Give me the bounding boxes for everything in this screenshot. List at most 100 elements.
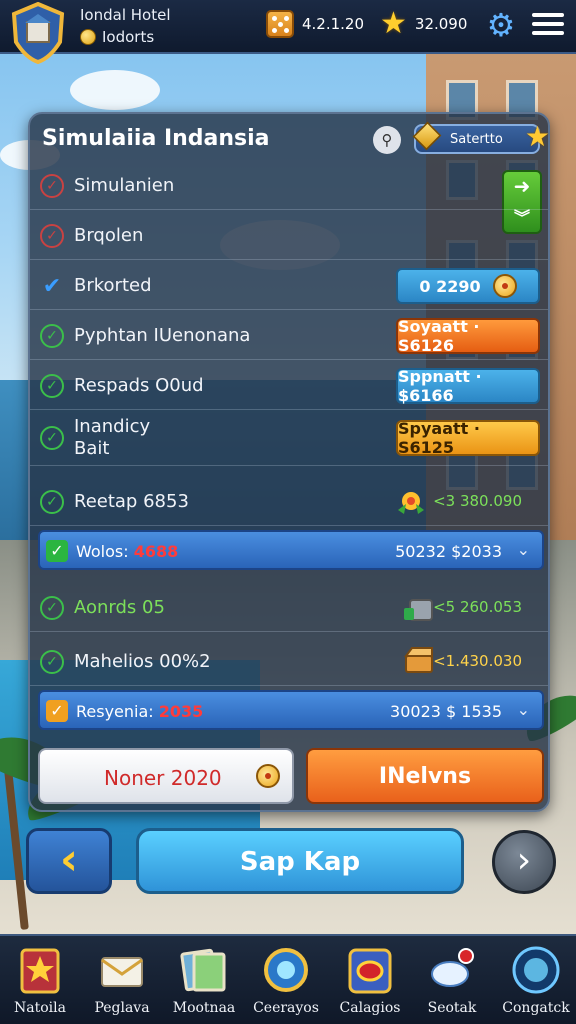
star-card-icon bbox=[20, 948, 60, 994]
banner-label-text: Wolos: bbox=[76, 542, 134, 561]
check-circle-icon: ✓ bbox=[40, 324, 64, 348]
cost-button[interactable]: 0 2290 bbox=[396, 268, 540, 304]
dock-item-calagios[interactable]: Calagios bbox=[334, 936, 406, 1024]
list-item[interactable]: ✓ Pyphtan IUenonana Soyaatt · S6126 bbox=[30, 312, 548, 360]
row-label: Pyphtan IUenonana bbox=[74, 325, 251, 346]
dock-label: Natoila bbox=[14, 1000, 66, 1016]
buy-button[interactable]: Spyaatt · S6125 bbox=[396, 419, 540, 457]
next-button[interactable]: › bbox=[492, 830, 556, 894]
banner-highlight: 2035 bbox=[158, 702, 204, 721]
top-bar: Iondal Hotel Iodorts 4.2.1.20 ★ 32.090 ⚙ bbox=[0, 0, 576, 64]
summary-banner[interactable]: ✓ Wolos: 4688 50232 $2033 ⌄ bbox=[38, 530, 544, 570]
dock-label: Peglava bbox=[94, 1000, 150, 1016]
gear-icon[interactable]: ⚙ bbox=[484, 8, 518, 42]
dice-icon bbox=[266, 10, 294, 38]
buy-button-label: Spyaatt · S6125 bbox=[398, 419, 480, 457]
star-resource[interactable]: ★ 32.090 bbox=[380, 6, 468, 41]
cloud-badge-icon bbox=[431, 948, 474, 987]
envelope-icon bbox=[101, 957, 143, 987]
settings-pill-button[interactable]: Satertto ★ bbox=[412, 120, 550, 154]
dock-item-natoila[interactable]: Natoila bbox=[4, 936, 76, 1024]
banner-highlight: 4688 bbox=[133, 542, 179, 561]
secondary-action-button[interactable]: Noner 2020 bbox=[38, 748, 294, 804]
chevron-left-icon: ‹ bbox=[59, 834, 79, 885]
checkbox-checked-icon: ✓ bbox=[46, 540, 68, 562]
buy-button-label: Sppnatt · $6166 bbox=[398, 367, 482, 405]
hotel-name: Iondal Hotel bbox=[80, 6, 171, 24]
coin-icon bbox=[256, 764, 280, 788]
star-value: 32.090 bbox=[414, 15, 468, 33]
confirm-button[interactable]: Sap Kap bbox=[136, 828, 464, 894]
list-item[interactable]: ✓ Mahelios 00%2 <1.430.030 bbox=[30, 638, 548, 686]
list-item[interactable]: ✓ Reetap 6853 <3 380.090 bbox=[30, 478, 548, 526]
primary-action-button[interactable]: INelvns bbox=[306, 748, 544, 804]
check-circle-icon: ✓ bbox=[40, 490, 64, 514]
hotel-crest-icon[interactable] bbox=[10, 2, 66, 64]
buy-button[interactable]: Soyaatt · S6126 bbox=[396, 317, 540, 355]
buy-button-label: Soyaatt · S6126 bbox=[398, 317, 480, 355]
row-label-line2: Bait bbox=[74, 438, 110, 459]
banner-label: Wolos: 4688 bbox=[76, 542, 178, 561]
panel-title: Simulaiia Indansia bbox=[42, 126, 270, 151]
compass-icon bbox=[264, 948, 308, 992]
chevron-down-icon[interactable]: ⌄ bbox=[517, 700, 530, 719]
banner-value: 50232 $2033 bbox=[395, 542, 502, 561]
search-icon[interactable]: ⚲ bbox=[373, 126, 401, 154]
gem-card-icon bbox=[348, 948, 392, 994]
hamburger-menu-icon[interactable] bbox=[532, 13, 564, 39]
banner-value: 30023 $ 1535 bbox=[390, 702, 502, 721]
list-item[interactable]: ✔ Brkorted 0 2290 bbox=[30, 262, 548, 310]
row-label: Reetap 6853 bbox=[74, 491, 189, 512]
row-label: Brkorted bbox=[74, 275, 152, 296]
buy-button[interactable]: Sppnatt · $6166 bbox=[396, 367, 540, 405]
hotel-sub-label: Iodorts bbox=[102, 28, 155, 46]
row-label: Simulanien bbox=[74, 175, 175, 196]
settings-pill-label: Satertto bbox=[450, 132, 503, 147]
list-item[interactable]: ✓ Aonrds 05 <5 260.053 bbox=[30, 584, 548, 632]
dock-item-seotak[interactable]: Seotak bbox=[416, 936, 488, 1024]
checkmark-icon: ✔ bbox=[42, 273, 62, 299]
dock-label: Congatck bbox=[502, 1000, 570, 1016]
cross-check-icon: ✓ bbox=[40, 174, 64, 198]
cloud bbox=[70, 70, 160, 110]
dock-item-peglava[interactable]: Peglava bbox=[86, 936, 158, 1024]
gold-gem-icon bbox=[412, 121, 442, 151]
check-circle-icon: ✓ bbox=[40, 374, 64, 398]
coin-icon bbox=[492, 274, 517, 298]
primary-action-label: INelvns bbox=[378, 764, 472, 789]
list-item[interactable]: ✓ Respads O0ud Sppnatt · $6166 bbox=[30, 362, 548, 410]
cash-register-icon bbox=[404, 599, 433, 621]
list-item[interactable]: ✓ Inandicy Bait Spyaatt · S6125 bbox=[30, 414, 548, 466]
row-label: Inandicy Bait bbox=[74, 416, 150, 460]
check-circle-icon: ✓ bbox=[40, 596, 64, 620]
list-item[interactable]: ✓ Brqolen bbox=[30, 212, 548, 260]
checkbox-checked-icon: ✓ bbox=[46, 700, 68, 722]
dice-resource[interactable]: 4.2.1.20 bbox=[266, 10, 364, 38]
orb-icon bbox=[512, 946, 560, 994]
banner-label-text: Resyenia: bbox=[76, 702, 159, 721]
coin-icon bbox=[80, 29, 96, 45]
row-label-line1: Inandicy bbox=[74, 416, 151, 437]
reward-value: <3 380.090 bbox=[433, 492, 522, 510]
reward-value: <5 260.053 bbox=[433, 598, 522, 616]
star-icon: ★ bbox=[380, 6, 407, 41]
dock-label: Calagios bbox=[339, 1000, 401, 1016]
simulation-panel: Simulaiia Indansia ⚲ Satertto ★ ➜ ︾ ✓ Si… bbox=[28, 112, 550, 812]
flower-reward-icon bbox=[398, 492, 424, 514]
photos-icon bbox=[180, 948, 226, 992]
dock-item-congatck[interactable]: Congatck bbox=[500, 936, 572, 1024]
dock-item-mootnaa[interactable]: Mootnaa bbox=[168, 936, 240, 1024]
chevron-down-icon[interactable]: ⌄ bbox=[517, 540, 530, 559]
list-item[interactable]: ✓ Simulanien bbox=[30, 162, 548, 210]
row-label: Respads O0ud bbox=[74, 375, 204, 396]
back-button[interactable]: ‹ bbox=[26, 828, 112, 894]
summary-banner[interactable]: ✓ Resyenia: 2035 30023 $ 1535 ⌄ bbox=[38, 690, 544, 730]
dock-item-ceerayos[interactable]: Ceerayos bbox=[250, 936, 322, 1024]
check-circle-icon: ✓ bbox=[40, 650, 64, 674]
chevron-right-icon: › bbox=[516, 840, 532, 881]
row-label: Aonrds 05 bbox=[74, 597, 165, 618]
treasure-box-icon bbox=[404, 647, 433, 673]
check-circle-icon: ✓ bbox=[40, 426, 64, 450]
secondary-action-label: Noner 2020 bbox=[104, 766, 222, 790]
star-icon: ★ bbox=[524, 120, 550, 153]
